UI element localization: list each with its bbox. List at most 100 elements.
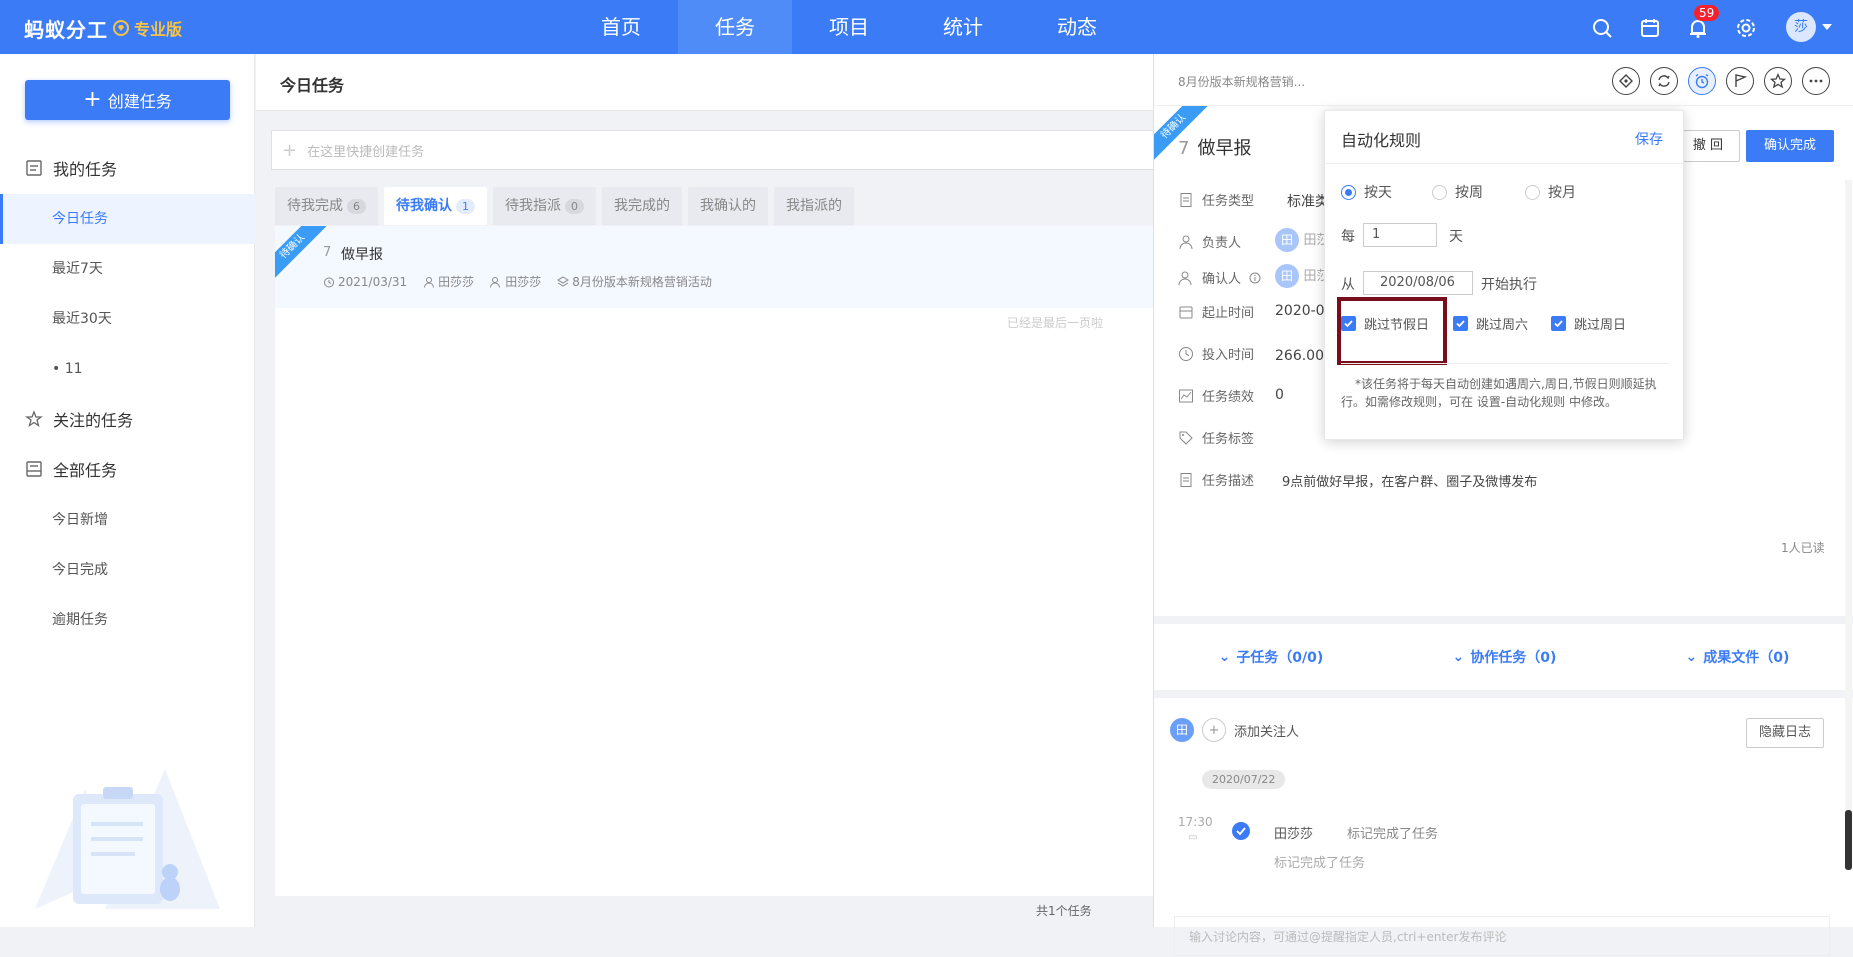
result-files-toggle[interactable]: ⌄ 成果文件（0)	[1686, 647, 1790, 667]
user-icon	[1179, 235, 1193, 249]
task-meta: 2021/03/31 田莎莎 田莎莎 8月份版本新规格营销活动	[323, 273, 712, 290]
sidebar-item-7days[interactable]: 最近7天	[0, 244, 255, 294]
sidebar-section-followed[interactable]: 关注的任务	[25, 407, 133, 431]
sidebar-item-done-today[interactable]: 今日完成	[0, 545, 255, 595]
main-header: 今日任务	[256, 54, 1153, 111]
app-logo[interactable]: 蚂蚁分工	[24, 14, 108, 43]
nav-home[interactable]: 首页	[564, 0, 678, 54]
interval-input[interactable]: 1	[1363, 223, 1437, 247]
diamond-icon	[113, 20, 129, 36]
start-date-input[interactable]: 2020/08/06	[1363, 271, 1473, 295]
comment-input[interactable]: 输入讨论内容，可通过@提醒指定人员,ctrl+enter发布评论	[1174, 916, 1830, 956]
create-task-button[interactable]: + 创建任务	[25, 80, 230, 120]
tab-pending-confirm[interactable]: 待我确认 1	[384, 187, 487, 225]
radio-selected-icon	[1341, 184, 1356, 200]
hide-log-button[interactable]: 隐藏日志	[1746, 718, 1824, 748]
confirmer-value[interactable]: 田 田莎	[1275, 264, 1329, 288]
field-time: 起止时间	[1178, 302, 1254, 321]
info-icon[interactable]	[1249, 272, 1261, 284]
tag-action-icon[interactable]	[1612, 67, 1640, 95]
log-user: 田莎莎	[1274, 827, 1314, 842]
add-watcher-icon[interactable]: +	[1202, 718, 1226, 742]
clock-icon	[1179, 346, 1193, 361]
radio-monthly[interactable]: 按月	[1525, 182, 1576, 202]
description-value[interactable]: 9点前做好早报，在客户群、圈子及微博发布	[1282, 471, 1537, 490]
divider	[1325, 163, 1685, 164]
table-row[interactable]: 待确认 7 做早报 2021/03/31 田莎莎 田莎莎 8月份版本新规格营销活…	[275, 226, 1155, 308]
subtasks-toggle[interactable]: ⌄ 子任务（0/0)	[1219, 647, 1324, 667]
log-date: 2020/07/22	[1202, 770, 1286, 789]
more-icon[interactable]	[1802, 67, 1830, 95]
nav-tasks[interactable]: 任务	[678, 0, 792, 54]
all-tasks-label: 全部任务	[53, 461, 118, 480]
confirm-complete-button[interactable]: 确认完成	[1746, 130, 1834, 162]
scrollbar-thumb[interactable]	[1845, 810, 1852, 870]
radio-icon	[1432, 184, 1447, 200]
skip-saturday-checkbox[interactable]: 跳过周六	[1453, 314, 1528, 333]
tab-completed[interactable]: 我完成的	[602, 187, 682, 225]
save-button[interactable]: 保存	[1635, 129, 1663, 149]
layers-icon	[557, 275, 570, 287]
read-count[interactable]: 1人已读	[1781, 539, 1825, 556]
tab-confirmed[interactable]: 我确认的	[688, 187, 768, 225]
my-tasks-label: 我的任务	[53, 160, 118, 179]
every-label: 每	[1341, 229, 1355, 245]
sidebar-item-today[interactable]: 今日任务	[0, 194, 255, 244]
owner-value[interactable]: 田 田莎	[1275, 228, 1329, 252]
checkbox-checked-icon	[1551, 316, 1566, 331]
tab-assigned[interactable]: 我指派的	[774, 187, 854, 225]
avatar: 田	[1275, 228, 1299, 252]
task-number: 7	[323, 245, 332, 260]
task-type-value[interactable]: 标准类	[1287, 191, 1329, 211]
breadcrumb[interactable]: 8月份版本新规格营销...	[1178, 73, 1305, 90]
checkbox-checked-icon	[1453, 316, 1468, 331]
star-icon[interactable]	[1764, 67, 1792, 95]
user-avatar[interactable]: 莎	[1786, 12, 1816, 42]
search-icon[interactable]	[1591, 17, 1613, 39]
task-name[interactable]: 做早报	[341, 244, 383, 264]
sidebar-item-overdue[interactable]: 逾期任务	[0, 595, 255, 645]
tab-pending-complete[interactable]: 待我完成 6	[275, 187, 378, 225]
scrollbar-track[interactable]	[1845, 180, 1852, 870]
check-icon	[1232, 822, 1250, 840]
highlight-box	[1337, 297, 1447, 365]
task-title[interactable]: 7 做早报	[1178, 134, 1251, 160]
add-watcher-label[interactable]: 添加关注人	[1234, 721, 1299, 740]
alarm-clock-icon[interactable]	[1688, 67, 1716, 95]
quick-create-input[interactable]: + 在这里快捷创建任务	[271, 130, 1171, 170]
sidebar-item-new-today[interactable]: 今日新增	[0, 495, 255, 545]
radio-icon	[1525, 184, 1540, 200]
field-effort: 投入时间	[1178, 344, 1254, 363]
field-performance: 任务绩效	[1178, 386, 1254, 405]
create-task-label: 创建任务	[107, 92, 172, 111]
collab-tasks-toggle[interactable]: ⌄ 协作任务（0)	[1452, 647, 1556, 667]
nav-activity[interactable]: 动态	[1020, 0, 1134, 54]
sidebar-item-11[interactable]: • 11	[0, 344, 255, 394]
flag-icon[interactable]	[1726, 67, 1754, 95]
sidebar-item-30days[interactable]: 最近30天	[0, 294, 255, 344]
skip-sunday-checkbox[interactable]: 跳过周日	[1551, 314, 1626, 333]
chevron-down-icon[interactable]	[1822, 24, 1832, 30]
sidebar-section-my-tasks[interactable]: 我的任务	[25, 156, 117, 180]
sub-section-tabs: ⌄ 子任务（0/0) ⌄ 协作任务（0) ⌄ 成果文件（0)	[1154, 624, 1853, 690]
document-icon	[1180, 472, 1192, 487]
calendar-icon[interactable]	[1639, 17, 1661, 39]
sidebar-section-all-tasks[interactable]: 全部任务	[25, 457, 117, 481]
nav-projects[interactable]: 项目	[792, 0, 906, 54]
radio-daily[interactable]: 按天	[1341, 182, 1392, 202]
tag-icon	[1179, 431, 1193, 445]
tab-pending-assign[interactable]: 待我指派 0	[493, 187, 596, 225]
double-chevron-down-icon: ⌄	[1685, 649, 1698, 665]
log-detail: 标记完成了任务	[1274, 856, 1366, 871]
folder-icon	[26, 461, 42, 477]
every-unit: 天	[1449, 229, 1463, 245]
sidebar: + 创建任务 我的任务 今日任务 最近7天 最近30天 • 11 关注的任务 全…	[0, 54, 255, 927]
repeat-icon[interactable]	[1650, 67, 1678, 95]
nav-statistics[interactable]: 统计	[906, 0, 1020, 54]
radio-weekly[interactable]: 按周	[1432, 182, 1483, 202]
gear-icon[interactable]	[1735, 17, 1757, 39]
alarm-clock-icon	[324, 277, 334, 287]
task-tabs: 待我完成 6 待我确认 1 待我指派 0 我完成的 我确认的 我指派的	[275, 187, 854, 225]
undo-button[interactable]: 撤 回	[1676, 130, 1740, 162]
performance-value[interactable]: 0	[1275, 387, 1284, 403]
